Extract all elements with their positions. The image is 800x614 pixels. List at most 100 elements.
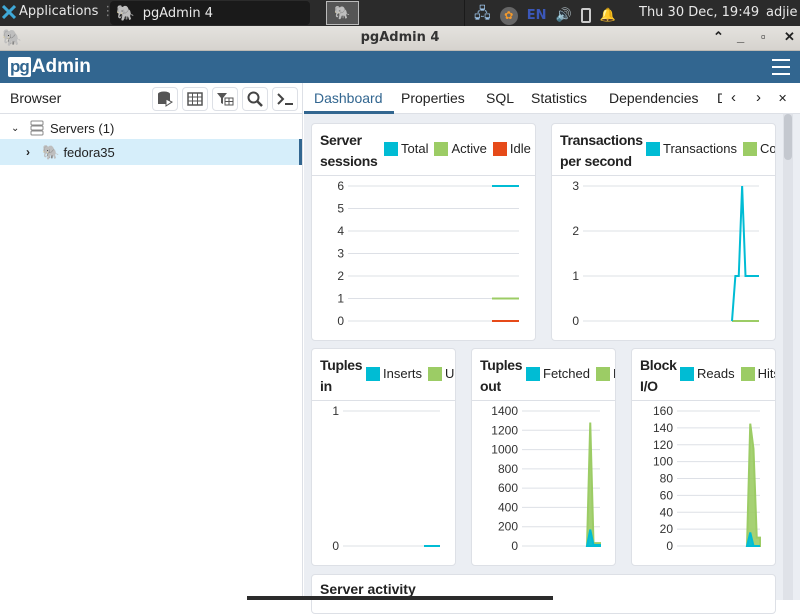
tab-statistics[interactable]: Statistics bbox=[531, 90, 587, 106]
y-tick-label: 600 bbox=[498, 481, 518, 495]
pgadmin-logo: pg Admin bbox=[8, 56, 91, 78]
close-tab-icon[interactable]: ✕ bbox=[778, 92, 787, 105]
notification-bell-icon[interactable]: 🔔 bbox=[600, 8, 616, 23]
legend-item-commits[interactable]: Com bbox=[742, 141, 775, 156]
y-tick-label: 80 bbox=[660, 472, 674, 486]
tab-dependents[interactable]: D bbox=[717, 90, 722, 106]
tab-dashboard[interactable]: Dashboard bbox=[314, 90, 383, 106]
card-title: Server activity bbox=[320, 581, 416, 597]
card-title: Tuples in bbox=[320, 357, 363, 394]
y-tick-label: 1400 bbox=[491, 404, 518, 418]
legend-item-fetched[interactable]: Fetched bbox=[526, 366, 590, 381]
y-tick-label: 2 bbox=[337, 269, 344, 283]
dashboard-scrollbar[interactable] bbox=[783, 113, 793, 600]
y-tick-label: 1 bbox=[572, 269, 579, 283]
y-tick-label: 5 bbox=[337, 202, 344, 216]
y-tick-label: 800 bbox=[498, 462, 518, 476]
tab-scroll-left-icon[interactable]: ‹ bbox=[731, 89, 736, 106]
card-transactions-per-second: Transactionsper second Transactions Com … bbox=[551, 123, 776, 341]
legend-item-active[interactable]: Active bbox=[434, 141, 487, 156]
search-objects-button[interactable] bbox=[242, 87, 268, 111]
xfce-logo-icon bbox=[2, 4, 16, 19]
card-tuples-in: Tuplesin Inserts Upda 01 bbox=[311, 348, 456, 566]
tps-chart: 0 1 2 3 bbox=[572, 179, 759, 328]
y-tick-label: 60 bbox=[660, 488, 674, 502]
tree-item-servers[interactable]: ⌄ Servers (1) bbox=[0, 115, 302, 141]
close-button[interactable]: ✕ bbox=[784, 29, 795, 45]
chart-legend: Reads Hits bbox=[680, 366, 775, 381]
system-taskbar: Applications ⋮ 🐘 pgAdmin 4 🐘 🖧 ✿ EN 🔊 🔔 … bbox=[0, 0, 800, 26]
update-notifier-icon[interactable]: ✿ bbox=[499, 6, 518, 25]
legend-item-idle[interactable]: Idle bbox=[492, 141, 531, 156]
series-area-returned bbox=[585, 422, 601, 547]
y-tick-label: 1 bbox=[332, 404, 339, 418]
database-play-icon bbox=[158, 91, 173, 107]
maximize-button[interactable]: ▫ bbox=[761, 29, 766, 44]
hamburger-menu-icon[interactable] bbox=[772, 59, 790, 75]
tree-item-fedora35[interactable]: › 🐘 fedora35 bbox=[0, 139, 302, 165]
user-menu[interactable]: adjie bbox=[766, 5, 797, 20]
query-tool-button[interactable] bbox=[152, 87, 178, 111]
filtered-rows-button[interactable] bbox=[212, 87, 238, 111]
workspace-switcher[interactable]: 🐘 bbox=[326, 1, 359, 25]
y-tick-label: 0 bbox=[332, 539, 339, 553]
tab-scroll-right-icon[interactable]: › bbox=[756, 89, 761, 106]
scrollbar-thumb[interactable] bbox=[784, 114, 792, 160]
taskbar-window-pgadmin[interactable]: 🐘 pgAdmin 4 bbox=[110, 1, 310, 25]
tuples-out-chart: 0 200 400 600 800 1000 1200 1400 bbox=[491, 404, 601, 553]
task-title: pgAdmin 4 bbox=[142, 5, 214, 21]
y-tick-label: 100 bbox=[653, 455, 673, 469]
chart-legend: Fetched Retu bbox=[526, 366, 615, 381]
y-tick-label: 160 bbox=[653, 404, 673, 418]
y-tick-label: 1000 bbox=[491, 443, 518, 457]
card-tuples-out: Tuplesout Fetched Retu 0 200 400 600 800 1000… bbox=[471, 348, 616, 566]
legend-item-updates[interactable]: Upda bbox=[428, 366, 455, 381]
chevron-down-icon[interactable]: ⌄ bbox=[11, 123, 23, 134]
tab-dependencies[interactable]: Dependencies bbox=[609, 90, 699, 106]
volume-icon[interactable]: 🔊 bbox=[556, 8, 572, 23]
system-tray: 🖧 ✿ EN 🔊 🔔 bbox=[474, 3, 616, 28]
series-area-hits bbox=[745, 423, 761, 547]
tuples-in-chart: 01 bbox=[332, 404, 440, 553]
series-line-transactions bbox=[731, 185, 759, 322]
active-tab-indicator bbox=[304, 111, 394, 114]
tab-sql[interactable]: SQL bbox=[486, 90, 514, 106]
y-tick-label: 3 bbox=[572, 179, 579, 193]
chart-legend: Transactions Com bbox=[646, 141, 775, 156]
legend-item-inserts[interactable]: Inserts bbox=[366, 366, 422, 381]
y-tick-label: 0 bbox=[511, 539, 518, 553]
logo-admin: Admin bbox=[31, 56, 91, 77]
postgres-elephant-icon: 🐘 bbox=[116, 4, 135, 22]
terminal-icon bbox=[277, 93, 293, 105]
chart-legend: Inserts Upda bbox=[366, 366, 455, 381]
legend-item-total[interactable]: Total bbox=[384, 141, 428, 156]
legend-item-reads[interactable]: Reads bbox=[680, 366, 735, 381]
y-tick-label: 20 bbox=[660, 522, 674, 536]
battery-icon[interactable] bbox=[580, 8, 591, 23]
network-icon[interactable]: 🖧 bbox=[474, 3, 491, 28]
chevron-right-icon[interactable]: › bbox=[26, 145, 36, 159]
card-title: Tuples out bbox=[480, 357, 523, 394]
psql-tool-button[interactable] bbox=[272, 87, 298, 111]
tab-properties[interactable]: Properties bbox=[401, 90, 465, 106]
applications-menu[interactable]: Applications ⋮ bbox=[2, 4, 114, 19]
y-tick-label: 3 bbox=[337, 247, 344, 261]
legend-item-hits[interactable]: Hits bbox=[740, 366, 775, 381]
y-tick-label: 4 bbox=[337, 224, 344, 238]
clock[interactable]: Thu 30 Dec, 19:49 bbox=[639, 5, 759, 20]
browser-header: Browser bbox=[0, 83, 302, 114]
chart-legend: Total Active Idle bbox=[384, 141, 535, 156]
shade-button[interactable]: ⌃ bbox=[713, 29, 724, 45]
legend-item-transactions[interactable]: Transactions bbox=[646, 141, 737, 156]
y-tick-label: 0 bbox=[572, 314, 579, 328]
legend-item-returned[interactable]: Retu bbox=[595, 366, 615, 381]
card-server-activity: Server activity bbox=[311, 574, 776, 614]
keyboard-layout[interactable]: EN bbox=[527, 8, 547, 23]
view-data-button[interactable] bbox=[182, 87, 208, 111]
y-tick-label: 6 bbox=[337, 179, 344, 193]
minimize-button[interactable]: _ bbox=[737, 29, 744, 44]
divider bbox=[464, 0, 465, 26]
filter-table-icon bbox=[217, 93, 234, 106]
y-tick-label: 200 bbox=[498, 520, 518, 534]
bottom-panel-edge bbox=[247, 596, 553, 600]
